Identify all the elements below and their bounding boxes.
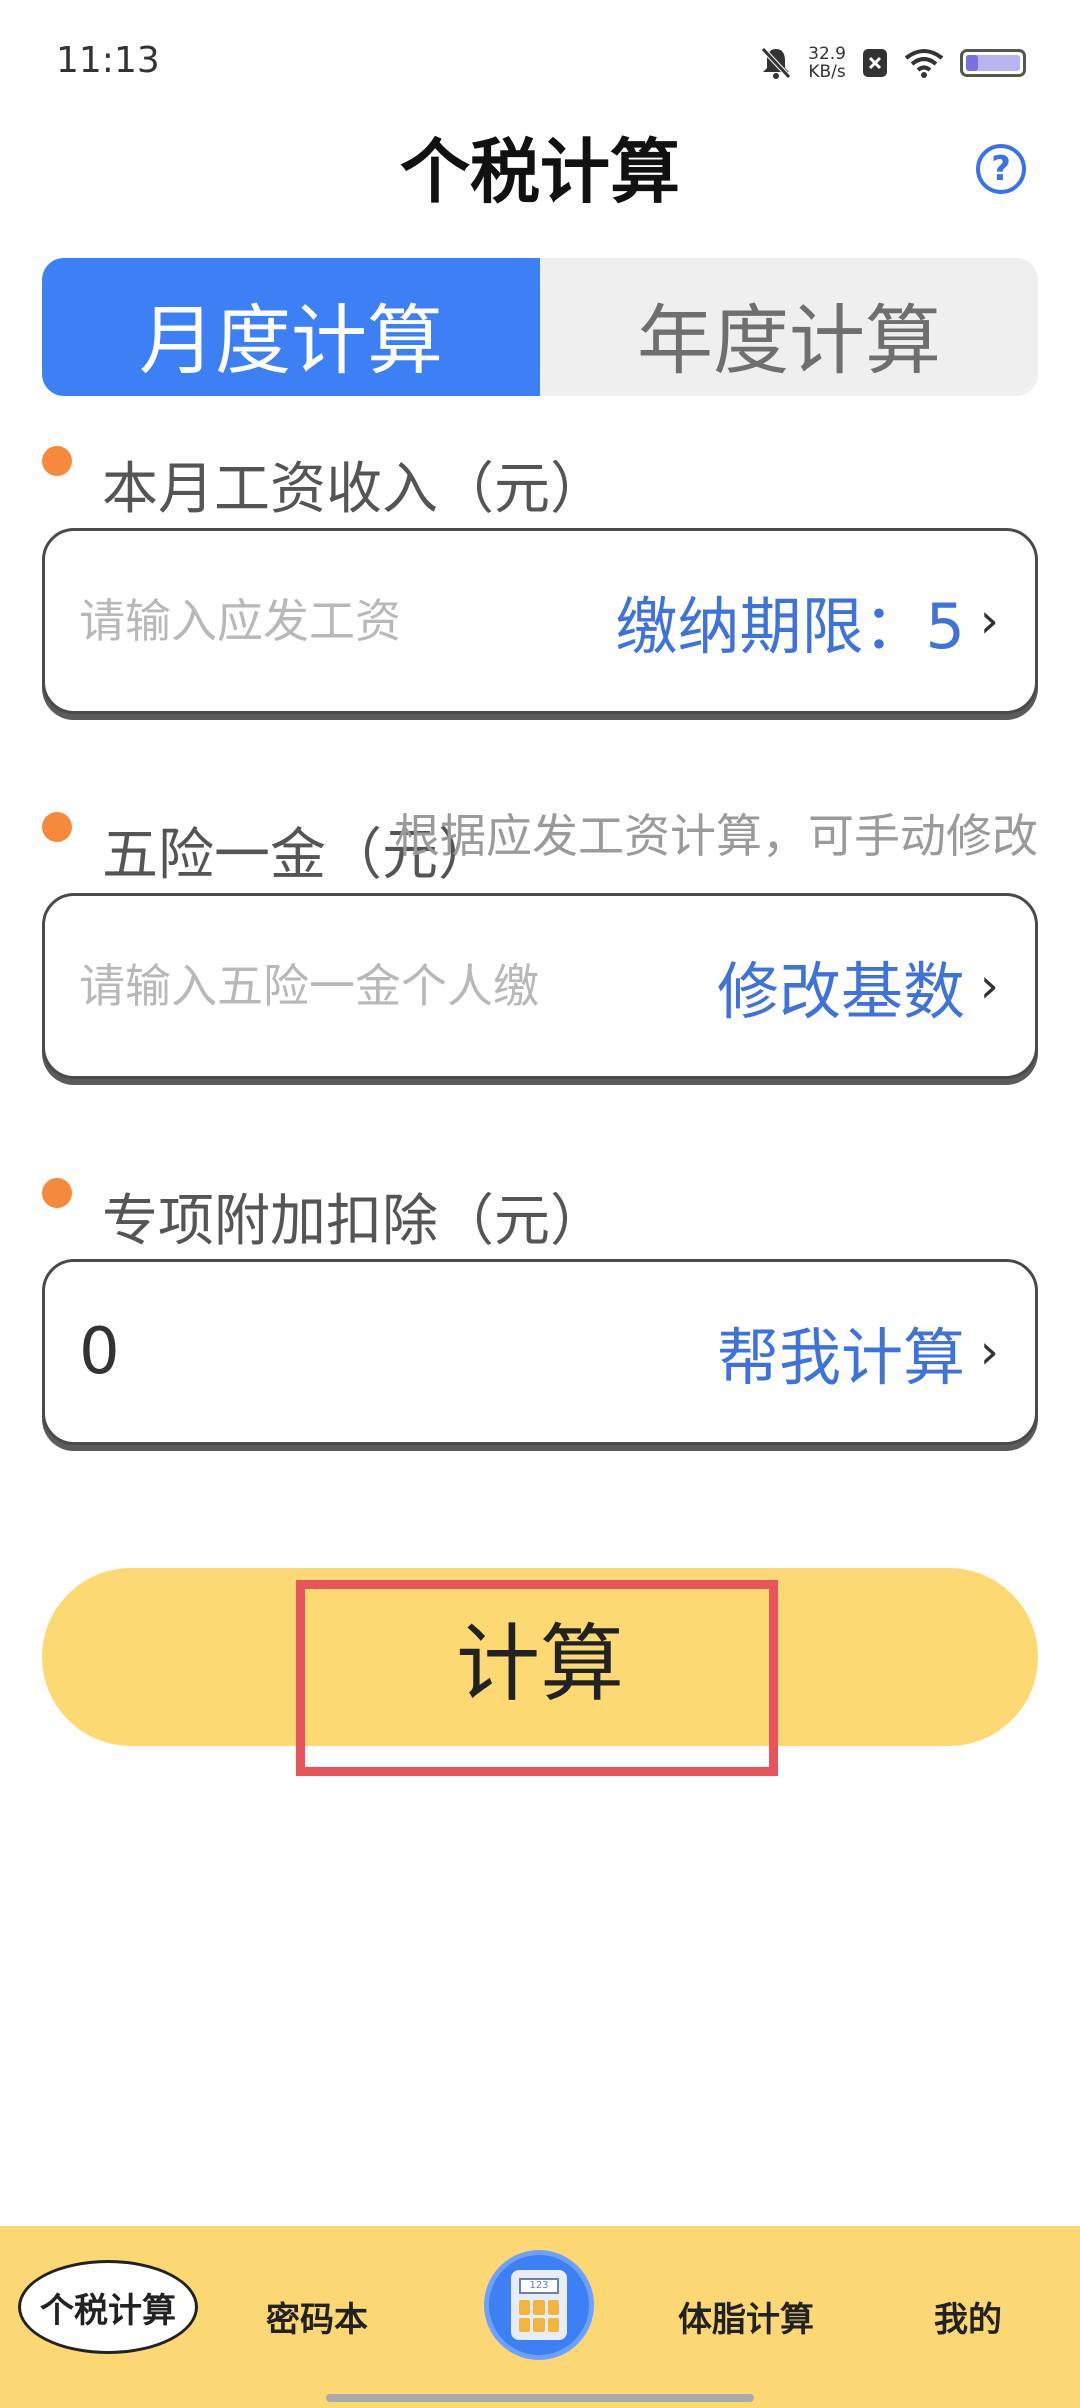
salary-input-box: 缴纳期限：5 ›	[42, 528, 1038, 714]
calculate-button[interactable]: 计算	[42, 1568, 1038, 1746]
home-indicator	[326, 2394, 754, 2402]
calc-mode-tabs: 月度计算 年度计算	[42, 258, 1038, 396]
insurance-hint: 根据应发工资计算，可手动修改	[394, 809, 1038, 863]
payment-period-button[interactable]: 缴纳期限：5	[616, 576, 965, 666]
chevron-right-icon: ›	[979, 1324, 999, 1380]
insurance-input[interactable]	[79, 959, 599, 1013]
calculator-icon-screen: 123	[519, 2278, 559, 2294]
salary-bullet-dot	[42, 446, 72, 476]
deduction-input-box: 帮我计算 ›	[42, 1259, 1038, 1445]
battery-icon	[960, 49, 1026, 77]
help-me-calculate-button[interactable]: 帮我计算	[717, 1307, 965, 1397]
salary-label: 本月工资收入（元）	[102, 457, 606, 522]
network-speed-value: 32.9	[808, 44, 846, 64]
notification-x-icon	[863, 49, 887, 77]
network-speed-unit: KB/s	[808, 62, 846, 82]
page-title: 个税计算	[400, 131, 680, 213]
nav-password-book[interactable]: 密码本	[266, 2292, 368, 2341]
nav-calculator[interactable]: 123	[484, 2250, 594, 2360]
deduction-bullet-dot	[42, 1178, 72, 1208]
modify-base-button[interactable]: 修改基数	[717, 941, 965, 1031]
calculator-icon: 123	[511, 2270, 567, 2340]
nav-mine[interactable]: 我的	[934, 2292, 1002, 2341]
tab-monthly[interactable]: 月度计算	[42, 258, 540, 396]
deduction-input[interactable]	[79, 1315, 599, 1389]
status-time: 11:13	[56, 40, 160, 81]
deduction-label: 专项附加扣除（元）	[102, 1189, 606, 1254]
chevron-right-icon: ›	[979, 958, 999, 1014]
nav-body-fat-calc[interactable]: 体脂计算	[678, 2292, 814, 2341]
network-speed: 32.9 KB/s	[808, 45, 846, 81]
tab-yearly[interactable]: 年度计算	[540, 258, 1038, 396]
status-bar: 11:13 32.9 KB/s	[0, 0, 1080, 110]
chevron-right-icon: ›	[979, 593, 999, 649]
bottom-nav: 个税计算 密码本 123 体脂计算 我的	[0, 2226, 1080, 2408]
nav-tax-calc[interactable]: 个税计算	[18, 2260, 198, 2354]
insurance-input-box: 修改基数 ›	[42, 893, 1038, 1079]
wifi-icon	[904, 49, 944, 78]
insurance-bullet-dot	[42, 812, 72, 842]
salary-input[interactable]	[79, 594, 599, 648]
bell-off-icon	[761, 47, 791, 79]
status-icons: 32.9 KB/s	[760, 40, 1026, 86]
help-icon[interactable]: ?	[976, 144, 1026, 194]
